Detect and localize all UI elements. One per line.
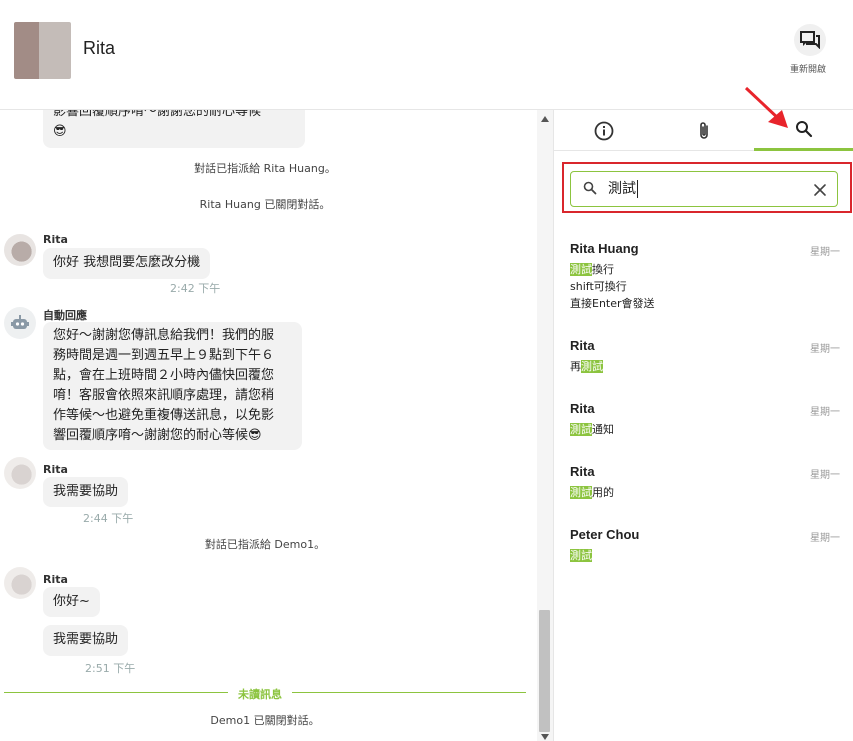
message-line: 點，會在上班時間２小時內儘快回覆您 xyxy=(53,368,275,383)
info-icon xyxy=(594,121,614,140)
result-contact-name: Rita Huang xyxy=(570,241,639,256)
match-highlight: 測試 xyxy=(570,549,592,562)
match-highlight: 測試 xyxy=(570,486,592,499)
chat-scrollbar[interactable] xyxy=(537,110,553,741)
result-day: 星期一 xyxy=(810,344,840,355)
message-bubble: 你好 我想問要怎麼改分機 xyxy=(43,248,211,279)
side-panel-tabs xyxy=(554,110,853,151)
match-highlight: 測試 xyxy=(570,423,592,436)
paperclip-icon xyxy=(700,121,708,139)
tab-attachments[interactable] xyxy=(654,110,754,151)
message-time: 2:44 下午 xyxy=(83,512,134,525)
scroll-down-arrow[interactable] xyxy=(541,734,549,740)
search-result-item[interactable]: Rita 星期一 測試用的 xyxy=(570,464,840,501)
result-day: 星期一 xyxy=(810,533,840,544)
message-text: 你好 我想問要怎麼改分機 xyxy=(53,255,201,270)
reopen-conversation-label: 重新開啟 xyxy=(789,65,826,75)
system-message: 對話已指派給 Demo1。 xyxy=(204,538,326,551)
message-bubble: 我需要協助 xyxy=(43,477,129,507)
result-contact-name: Rita xyxy=(570,401,595,416)
search-result-item[interactable]: Rita 星期一 測試通知 xyxy=(570,401,840,438)
contact-name[interactable]: Rita xyxy=(83,38,115,59)
tab-info[interactable] xyxy=(554,110,654,151)
result-day: 星期一 xyxy=(810,247,840,258)
message-text: 我需要協助 xyxy=(53,484,119,499)
search-result-item[interactable]: Rita 星期一 再測試 xyxy=(570,338,840,375)
robot-icon xyxy=(11,315,29,329)
message-line: 您好～謝謝您傳訊息給我們！我們的服 xyxy=(53,328,275,343)
message-bubble: 影響回覆順序唷～謝謝您的耐心等候 😎 xyxy=(43,110,305,148)
message-bubble: 你好~ xyxy=(43,587,100,617)
contact-avatar[interactable] xyxy=(14,22,71,79)
match-highlight: 測試 xyxy=(570,263,592,276)
message-text: 影響回覆順序唷～謝謝您的耐心等候 xyxy=(53,110,262,119)
result-snippet-line: shift可換行 xyxy=(570,280,627,293)
emoji: 😎 xyxy=(53,124,67,139)
result-contact-name: Rita xyxy=(570,464,595,479)
search-query-text[interactable]: 測試 xyxy=(608,180,638,198)
result-snippet-line: 測試用的 xyxy=(570,484,840,501)
sender-name: Rita xyxy=(43,573,68,586)
result-snippet-line: 直接Enter會發送 xyxy=(570,297,655,310)
message-line: 務時間是週一到週五早上９點到下午６ xyxy=(53,348,275,363)
snippet-text: 用的 xyxy=(592,486,614,499)
message-line: 響回覆順序唷～謝謝您的耐心等候😎 xyxy=(53,428,262,443)
message-list[interactable]: 影響回覆順序唷～謝謝您的耐心等候 😎 對話已指派給 Rita Huang。 Ri… xyxy=(0,110,537,741)
sender-name: Rita xyxy=(43,233,68,246)
message-text: 你好~ xyxy=(53,594,90,609)
unread-label: 未讀訊息 xyxy=(228,686,292,702)
sender-avatar xyxy=(4,567,36,599)
search-result-item[interactable]: Peter Chou 星期一 測試 xyxy=(570,527,840,564)
search-input[interactable]: 測試 xyxy=(570,171,838,207)
conversation-header: Rita 重新開啟 xyxy=(0,0,853,110)
scroll-up-arrow[interactable] xyxy=(541,116,549,122)
result-snippet-line: 測試通知 xyxy=(570,421,840,438)
message-text: 我需要協助 xyxy=(53,632,119,647)
bot-avatar xyxy=(4,307,36,339)
result-contact-name: Peter Chou xyxy=(570,527,640,542)
result-snippet-line: 再測試 xyxy=(570,358,840,375)
sender-name: 自動回應 xyxy=(43,309,87,322)
clear-icon[interactable] xyxy=(811,181,829,199)
system-message: 對話已指派給 Rita Huang。 xyxy=(194,162,336,175)
message-line: 作等候～也避免重複傳送訊息，以免影 xyxy=(53,408,275,423)
system-message: Rita Huang 已關閉對話。 xyxy=(199,198,331,211)
message-bubble: 我需要協助 xyxy=(43,625,129,656)
result-day: 星期一 xyxy=(810,407,840,418)
message-bubble: 您好～謝謝您傳訊息給我們！我們的服 務時間是週一到週五早上９點到下午６ 點，會在… xyxy=(43,322,302,450)
sender-name: Rita xyxy=(43,463,68,476)
search-result-item[interactable]: Rita Huang 星期一 測試換行 shift可換行 直接Enter會發送 xyxy=(570,241,840,312)
scroll-thumb[interactable] xyxy=(539,610,550,732)
snippet-text: 換行 xyxy=(592,263,614,276)
result-day: 星期一 xyxy=(810,470,840,481)
result-snippet-line: 測試換行 xyxy=(570,261,840,278)
reopen-conversation-button[interactable]: 重新開啟 xyxy=(788,24,832,80)
match-highlight: 測試 xyxy=(581,360,603,373)
search-icon xyxy=(796,121,813,138)
system-message: Demo1 已關閉對話。 xyxy=(210,714,320,727)
sender-avatar xyxy=(4,457,36,489)
chat-bubbles-icon xyxy=(794,24,826,56)
result-snippet-line: 測試 xyxy=(570,547,840,564)
message-line: 唷！客服會依照來訊順序處理，請您稍 xyxy=(53,388,275,403)
result-contact-name: Rita xyxy=(570,338,595,353)
message-time: 2:42 下午 xyxy=(170,282,221,295)
message-time: 2:51 下午 xyxy=(85,662,136,675)
sender-avatar xyxy=(4,234,36,266)
snippet-text: 通知 xyxy=(592,423,614,436)
annotation-arrow-icon xyxy=(744,86,788,128)
snippet-text: 再 xyxy=(570,360,581,373)
search-icon xyxy=(583,181,597,195)
side-panel: 測試 Rita Huang 星期一 測試換行 shift可換行 直接Enter會… xyxy=(553,86,853,741)
